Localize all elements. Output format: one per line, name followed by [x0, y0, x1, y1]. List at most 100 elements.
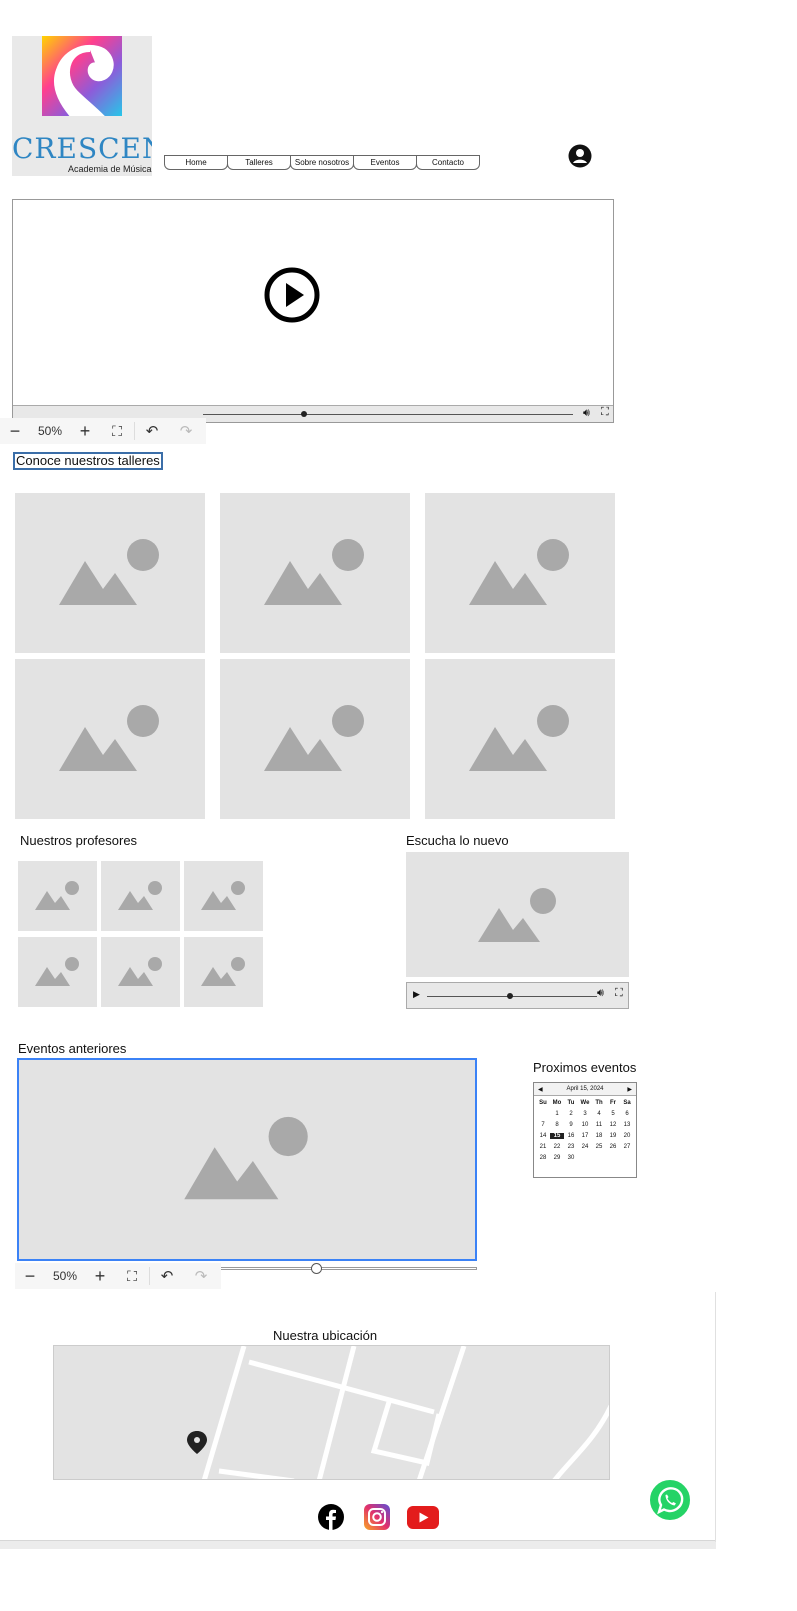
calendar-day[interactable]: 12: [606, 1122, 620, 1128]
teacher-image[interactable]: [101, 937, 180, 1007]
calendar-day[interactable]: 10: [578, 1122, 592, 1128]
calendar-weekday: Sa: [623, 1100, 631, 1106]
workshop-image[interactable]: [15, 493, 205, 653]
calendar-day[interactable]: 13: [620, 1122, 634, 1128]
nav-eventos[interactable]: Eventos: [353, 155, 417, 170]
listen-title: Escucha lo nuevo: [406, 833, 509, 848]
calendar-day[interactable]: 6: [620, 1111, 634, 1117]
instagram-icon[interactable]: [364, 1504, 390, 1530]
events-calendar[interactable]: ◀ April 15, 2024 ▶ Su Mo Tu We Th Fr Sa 1 2 3 4 5 6 7…: [533, 1082, 637, 1178]
location-map[interactable]: [53, 1345, 610, 1480]
calendar-day[interactable]: 24: [578, 1144, 592, 1150]
undo-icon[interactable]: ↶: [134, 422, 169, 440]
calendar-day[interactable]: 3: [578, 1111, 592, 1117]
past-events-image[interactable]: [17, 1058, 477, 1261]
calendar-empty-cell: [620, 1155, 634, 1161]
workshop-image[interactable]: [15, 659, 205, 819]
calendar-weekday: Fr: [610, 1100, 616, 1106]
video-progress-track[interactable]: [203, 414, 573, 415]
calendar-weekday: Mo: [552, 1100, 562, 1106]
audio-play-icon[interactable]: ▶: [413, 989, 420, 1000]
calendar-day[interactable]: 8: [550, 1122, 564, 1128]
next-month-icon[interactable]: ▶: [627, 1086, 632, 1093]
calendar-day[interactable]: 5: [606, 1111, 620, 1117]
calendar-header: ◀ April 15, 2024 ▶: [534, 1083, 636, 1096]
calendar-day[interactable]: 22: [550, 1144, 564, 1150]
calendar-day[interactable]: 4: [592, 1111, 606, 1117]
workshop-image[interactable]: [220, 493, 410, 653]
nav-sobre-nosotros[interactable]: Sobre nosotros: [290, 155, 354, 170]
zoom-out-button[interactable]: −: [15, 1266, 45, 1287]
nav-talleres[interactable]: Talleres: [227, 155, 291, 170]
calendar-day[interactable]: 28: [536, 1155, 550, 1161]
calendar-day[interactable]: 9: [564, 1122, 578, 1128]
audio-player[interactable]: ▶ 🔊︎ ⛶: [406, 982, 629, 1009]
workshops-title[interactable]: Conoce nuestros talleres: [13, 452, 163, 470]
calendar-day[interactable]: 30: [564, 1155, 578, 1161]
calendar-day[interactable]: 14: [536, 1133, 550, 1139]
fit-screen-icon[interactable]: ⛶: [115, 1268, 149, 1285]
zoom-level: 50%: [37, 424, 63, 438]
redo-icon[interactable]: ↷: [184, 1267, 218, 1285]
workshop-image[interactable]: [425, 659, 615, 819]
undo-icon[interactable]: ↶: [149, 1267, 184, 1285]
nav-contacto[interactable]: Contacto: [416, 155, 480, 170]
calendar-day[interactable]: 25: [592, 1144, 606, 1150]
calendar-day[interactable]: 27: [620, 1144, 634, 1150]
teacher-image[interactable]: [184, 937, 263, 1007]
zoom-toolbar: − 50% + ⛶ ↶ ↷: [0, 418, 206, 444]
calendar-day[interactable]: 16: [564, 1133, 578, 1139]
logo-subtitle: Academia de Música: [68, 164, 152, 174]
calendar-day[interactable]: 15: [550, 1133, 564, 1139]
logo[interactable]: CRESCENDO Academia de Música: [12, 36, 152, 176]
calendar-day[interactable]: 29: [550, 1155, 564, 1161]
calendar-day[interactable]: 23: [564, 1144, 578, 1150]
zoom-level: 50%: [52, 1269, 78, 1283]
workshop-image[interactable]: [425, 493, 615, 653]
teacher-image[interactable]: [18, 937, 97, 1007]
calendar-day[interactable]: 1: [550, 1111, 564, 1117]
fit-screen-icon[interactable]: ⛶: [100, 423, 134, 440]
audio-fullscreen-icon[interactable]: ⛶: [615, 987, 623, 1000]
redo-icon[interactable]: ↷: [169, 422, 203, 440]
nav-home[interactable]: Home: [164, 155, 228, 170]
calendar-day[interactable]: 17: [578, 1133, 592, 1139]
calendar-day[interactable]: 20: [620, 1133, 634, 1139]
calendar-day[interactable]: 11: [592, 1122, 606, 1128]
youtube-icon[interactable]: [407, 1506, 439, 1529]
past-events-slider-handle[interactable]: [311, 1263, 322, 1274]
prev-month-icon[interactable]: ◀: [538, 1086, 543, 1093]
facebook-icon[interactable]: [318, 1504, 344, 1530]
whatsapp-icon[interactable]: [648, 1478, 692, 1522]
zoom-in-button[interactable]: +: [85, 1266, 115, 1287]
volume-icon[interactable]: 🔊︎: [583, 407, 590, 420]
calendar-weekday: Su: [539, 1100, 547, 1106]
teacher-image[interactable]: [101, 861, 180, 931]
calendar-day[interactable]: 2: [564, 1111, 578, 1117]
calendar-empty-cell: [578, 1155, 592, 1161]
user-account-icon[interactable]: [568, 144, 592, 168]
fullscreen-icon[interactable]: ⛶: [601, 406, 609, 419]
right-divider: [715, 1292, 716, 1542]
upcoming-events-title: Proximos eventos: [533, 1060, 637, 1075]
calendar-month-label: April 15, 2024: [566, 1086, 604, 1092]
calendar-day[interactable]: 18: [592, 1133, 606, 1139]
teacher-image[interactable]: [18, 861, 97, 931]
zoom-in-button[interactable]: +: [70, 421, 100, 442]
calendar-day[interactable]: 26: [606, 1144, 620, 1150]
calendar-day[interactable]: 7: [536, 1122, 550, 1128]
play-icon[interactable]: [263, 266, 321, 324]
past-events-title: Eventos anteriores: [18, 1041, 127, 1056]
calendar-day[interactable]: 21: [536, 1144, 550, 1150]
hero-video-player[interactable]: 🔊︎ ⛶: [12, 199, 614, 423]
workshop-image[interactable]: [220, 659, 410, 819]
video-progress-knob[interactable]: [301, 411, 307, 417]
calendar-weekday: Th: [595, 1100, 603, 1106]
calendar-day[interactable]: 19: [606, 1133, 620, 1139]
teacher-image[interactable]: [184, 861, 263, 931]
logo-swirl-icon: [42, 36, 122, 116]
teachers-title: Nuestros profesores: [20, 833, 138, 848]
audio-progress-knob[interactable]: [507, 993, 513, 999]
zoom-out-button[interactable]: −: [0, 421, 30, 442]
audio-volume-icon[interactable]: 🔊︎: [597, 987, 604, 1000]
